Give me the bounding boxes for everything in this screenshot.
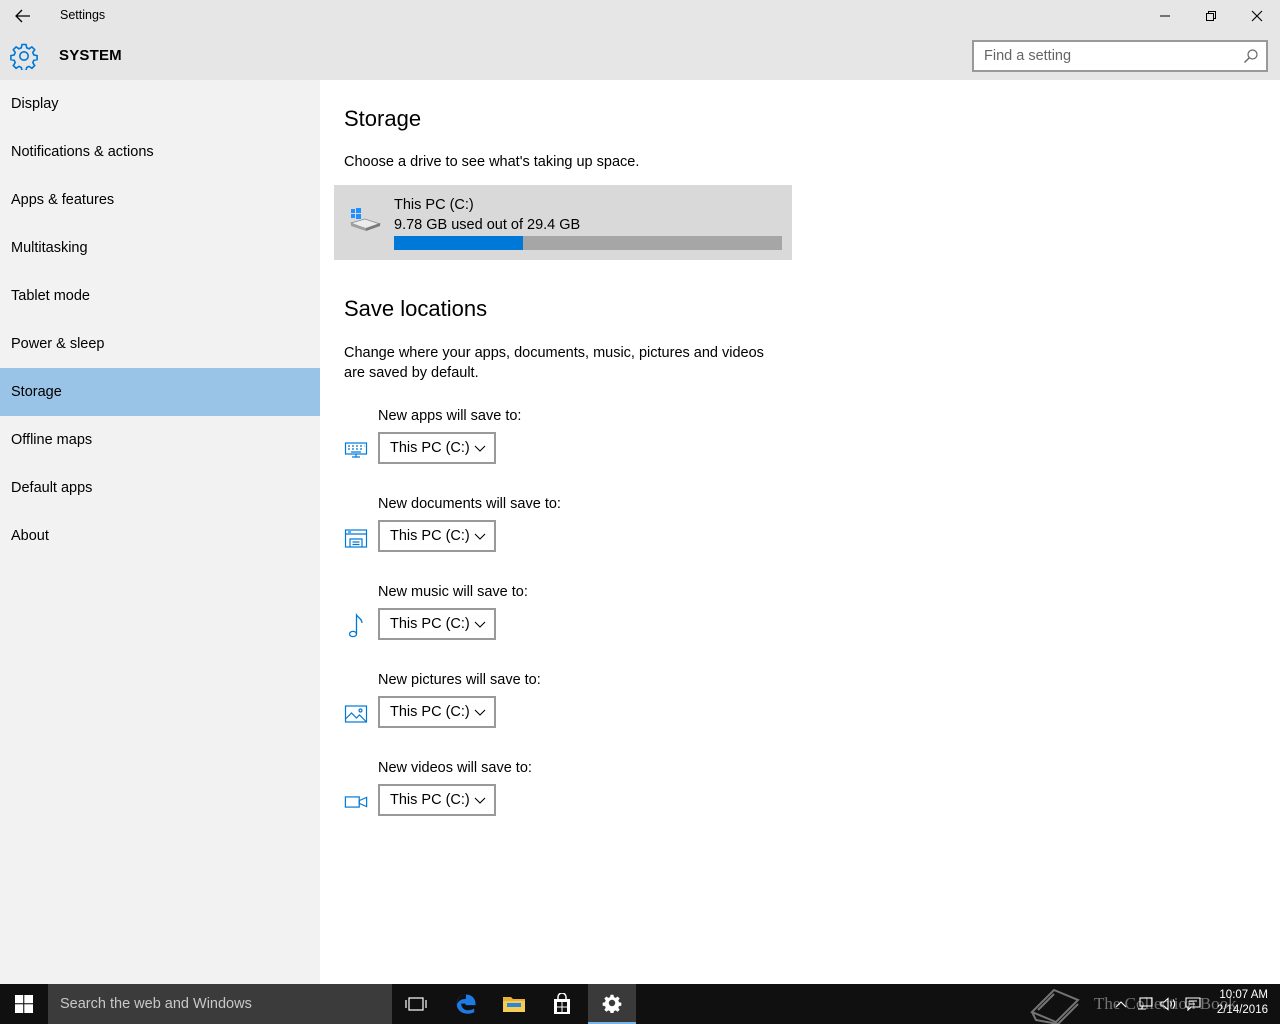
chevron-down-icon [474,797,486,804]
section-title: SYSTEM [59,47,122,64]
music-note-icon [344,613,368,638]
pictures-save-location-dropdown[interactable]: This PC (C:) [378,696,496,728]
save-location-videos: New videos will save to: This PC (C:) [344,760,844,826]
save-location-documents: New documents will save to: This PC (C:) [344,496,844,562]
save-location-music: New music will save to: This PC (C:) [344,584,844,650]
save-location-label: New apps will save to: [378,408,522,424]
sidebar-item-apps-features[interactable]: Apps & features [0,176,320,224]
video-camera-icon [344,790,368,814]
sidebar-item-multitasking[interactable]: Multitasking [0,224,320,272]
network-tray-button[interactable] [1134,984,1156,1024]
book-logo-icon [1030,988,1080,1024]
save-location-pictures: New pictures will save to: This PC (C:) [344,672,844,738]
clock-time: 10:07 AM [1219,989,1268,1001]
pictures-icon [344,702,368,726]
drive-tile-c[interactable]: This PC (C:) 9.78 GB used out of 29.4 GB [334,185,792,260]
clock-date: 2/14/2016 [1216,1004,1268,1016]
restore-button[interactable] [1188,0,1234,32]
taskbar: Search the web and Windows The Collectio… [0,984,1280,1024]
start-button[interactable] [0,984,48,1024]
settings-taskbar-button[interactable] [588,984,636,1024]
dropdown-value: This PC (C:) [390,616,470,632]
settings-gear-icon [602,994,622,1013]
chevron-down-icon [474,533,486,540]
chevron-up-icon [1115,1001,1127,1008]
dropdown-value: This PC (C:) [390,528,470,544]
minimize-icon [1160,15,1170,17]
close-icon [1251,10,1263,22]
storage-heading: Storage [344,106,422,131]
find-setting-input[interactable] [974,42,1224,70]
taskbar-search-box[interactable]: Search the web and Windows [48,984,392,1024]
save-locations-description: Change where your apps, documents, music… [344,345,764,381]
windows-logo-icon [15,995,33,1013]
find-setting-box[interactable] [972,40,1268,72]
gear-icon [10,43,38,70]
show-hidden-icons-button[interactable] [1110,984,1132,1024]
chevron-down-icon [474,621,486,628]
dropdown-value: This PC (C:) [390,440,470,456]
folder-icon [503,997,525,1012]
back-button[interactable] [0,0,46,32]
sidebar-item-about[interactable]: About [0,512,320,560]
restore-icon [1206,11,1216,21]
taskbar-clock[interactable]: 10:07 AM 2/14/2016 [1208,988,1268,1018]
storage-description: Choose a drive to see what's taking up s… [344,154,640,170]
settings-header: SYSTEM [0,32,1280,80]
volume-tray-button[interactable] [1158,984,1180,1024]
save-location-label: New music will save to: [378,584,528,600]
close-button[interactable] [1234,0,1280,32]
music-save-location-dropdown[interactable]: This PC (C:) [378,608,496,640]
apps-save-location-dropdown[interactable]: This PC (C:) [378,432,496,464]
dropdown-value: This PC (C:) [390,792,470,808]
edge-browser-icon [456,994,476,1014]
documents-save-location-dropdown[interactable]: This PC (C:) [378,520,496,552]
edge-button[interactable] [442,984,490,1024]
apps-keyboard-icon [344,438,368,462]
store-bag-icon [554,993,570,1014]
chevron-down-icon [474,709,486,716]
task-view-icon [405,997,427,1011]
sidebar-item-offline-maps[interactable]: Offline maps [0,416,320,464]
drive-name: This PC (C:) [394,197,474,213]
save-location-label: New documents will save to: [378,496,561,512]
action-center-button[interactable] [1182,984,1204,1024]
documents-icon [344,526,368,550]
window-title: Settings [60,8,106,22]
save-location-label: New videos will save to: [378,760,532,776]
save-location-apps: New apps will save to: This PC (C:) [344,408,844,474]
sidebar-item-display[interactable]: Display [0,80,320,128]
sidebar-item-notifications[interactable]: Notifications & actions [0,128,320,176]
task-view-button[interactable] [392,984,440,1024]
title-bar: Settings [0,0,1280,32]
minimize-button[interactable] [1142,0,1188,32]
speaker-icon [1160,997,1176,1011]
back-arrow-icon [15,9,30,23]
drive-usage-text: 9.78 GB used out of 29.4 GB [394,217,581,233]
videos-save-location-dropdown[interactable]: This PC (C:) [378,784,496,816]
file-explorer-button[interactable] [490,984,538,1024]
drive-usage-bar-fill [394,236,524,250]
search-icon[interactable] [1243,48,1259,64]
network-icon [1138,997,1153,1010]
chevron-down-icon [474,445,486,452]
main-content: Storage Choose a drive to see what's tak… [320,80,1280,984]
notifications-icon [1185,997,1201,1011]
sidebar-item-power-sleep[interactable]: Power & sleep [0,320,320,368]
dropdown-value: This PC (C:) [390,704,470,720]
drive-usage-bar [394,236,782,250]
sidebar-item-storage[interactable]: Storage [0,368,320,416]
hard-drive-icon [349,208,382,231]
sidebar-item-default-apps[interactable]: Default apps [0,464,320,512]
sidebar: Display Notifications & actions Apps & f… [0,80,320,984]
save-location-label: New pictures will save to: [378,672,541,688]
sidebar-item-tablet-mode[interactable]: Tablet mode [0,272,320,320]
save-locations-heading: Save locations [344,296,488,321]
store-button[interactable] [538,984,586,1024]
